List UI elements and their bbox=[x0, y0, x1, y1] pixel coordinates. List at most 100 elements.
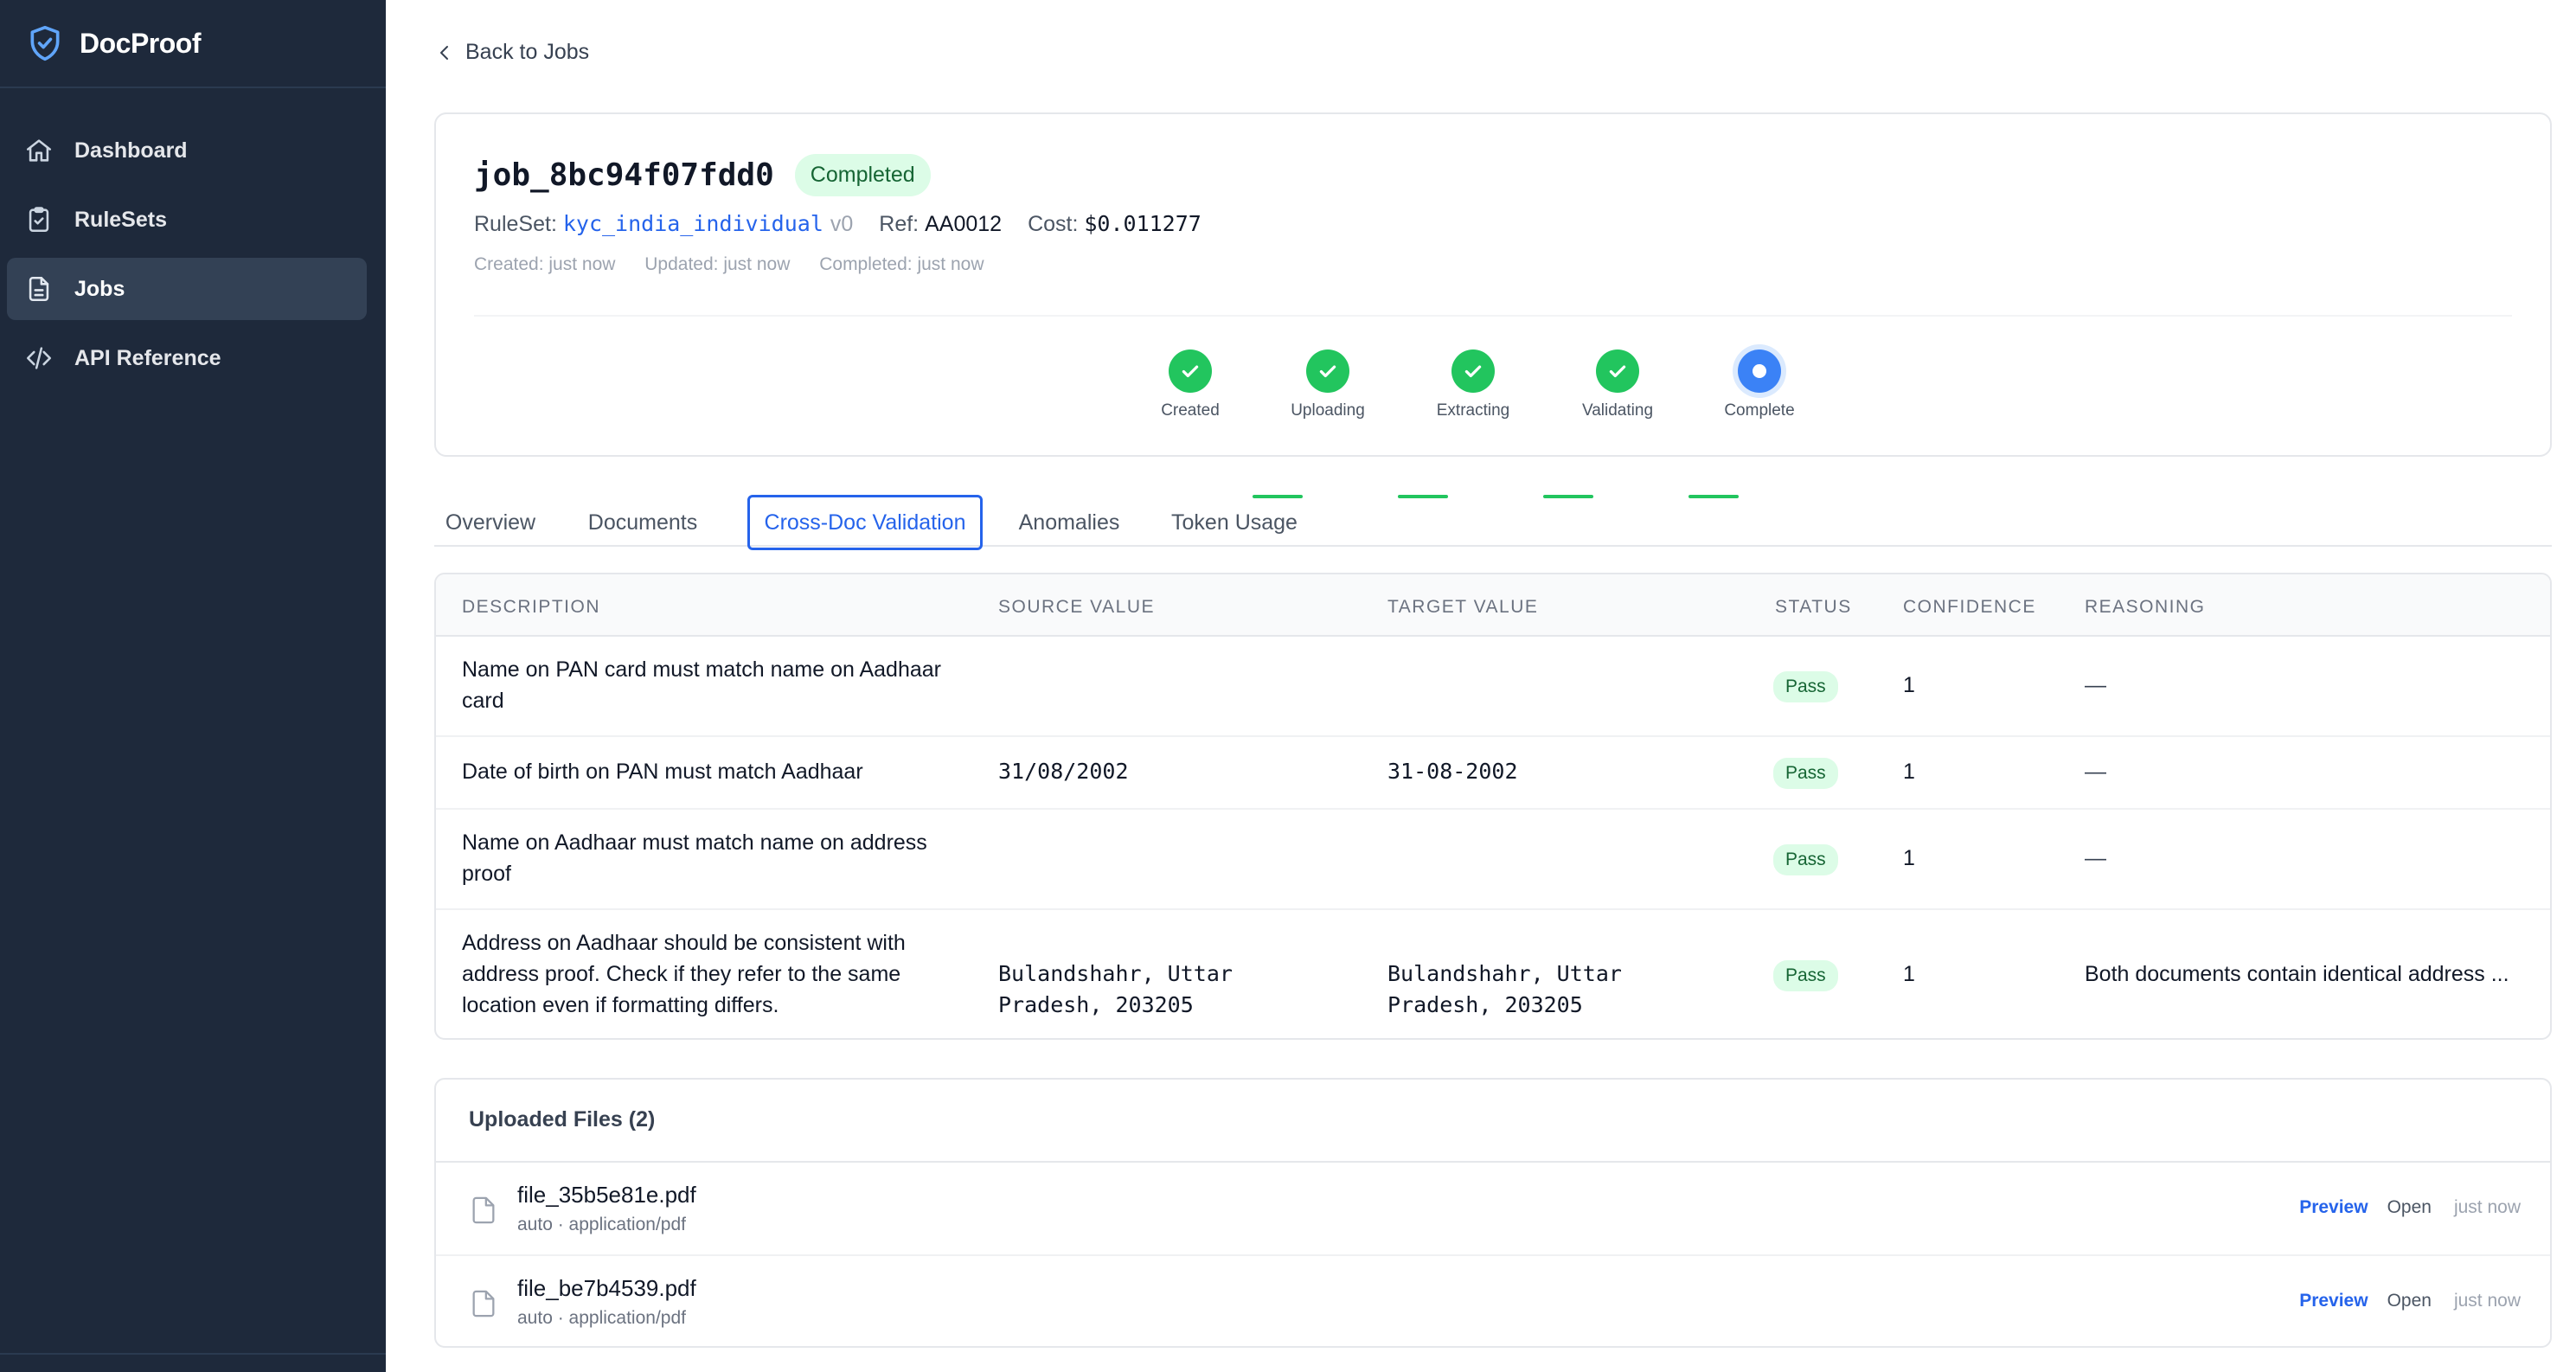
column-header-status: Status bbox=[1775, 597, 1852, 617]
status-badge: Completed bbox=[794, 154, 931, 196]
preview-button[interactable]: Preview bbox=[2299, 1291, 2368, 1311]
status-badge-pass: Pass bbox=[1773, 758, 1838, 789]
status-badge-pass: Pass bbox=[1773, 671, 1838, 702]
column-header-description: Description bbox=[462, 597, 601, 617]
step-label: Created bbox=[1161, 401, 1220, 420]
sidebar-item-api-reference[interactable]: API Reference bbox=[7, 327, 367, 389]
step-done-dot bbox=[1169, 349, 1212, 393]
chevron-left-icon bbox=[440, 45, 448, 60]
status-badge-pass: Pass bbox=[1773, 960, 1838, 991]
row-reasoning: Both documents contain identical address… bbox=[2085, 962, 2509, 986]
file-timestamp: just now bbox=[2453, 1197, 2521, 1217]
row-reasoning: — bbox=[2085, 760, 2106, 784]
uploaded-files-card: Uploaded Files (2) file_35b5e81e.pdf aut… bbox=[434, 1078, 2552, 1348]
ruleset-version: v0 bbox=[830, 212, 854, 236]
file-icon bbox=[472, 1196, 495, 1224]
table-header: Description Source Value Target Value St… bbox=[436, 574, 2550, 637]
back-link-label: Back to Jobs bbox=[465, 40, 590, 64]
step-extracting: Extracting bbox=[1413, 349, 1534, 420]
files-header: Uploaded Files (2) bbox=[436, 1080, 2550, 1163]
clipboard-check-icon bbox=[29, 207, 49, 233]
column-header-reasoning: Reasoning bbox=[2085, 597, 2206, 617]
job-title-row: job_8bc94f07fdd0 Completed bbox=[474, 154, 931, 196]
ruleset-link[interactable]: kyc_india_individual bbox=[563, 211, 823, 236]
completed-timestamp: Completed: just now bbox=[819, 254, 984, 274]
step-current-marker bbox=[1753, 364, 1766, 378]
file-actions: Preview Open just now bbox=[2299, 1197, 2521, 1218]
row-description: Address on Aadhaar should be consistent … bbox=[462, 931, 906, 1017]
sidebar-item-jobs[interactable]: Jobs bbox=[7, 258, 367, 320]
ref-value: AA0012 bbox=[925, 212, 1003, 236]
row-confidence: 1 bbox=[1903, 962, 1915, 986]
row-description: Name on Aadhaar must match name on addre… bbox=[462, 830, 927, 886]
step-label: Uploading bbox=[1291, 401, 1365, 420]
step-done-dot bbox=[1451, 349, 1495, 393]
step-complete: Complete bbox=[1699, 349, 1820, 420]
column-header-confidence: Confidence bbox=[1903, 597, 2036, 617]
tab-token-usage[interactable]: Token Usage bbox=[1161, 498, 1308, 547]
check-icon bbox=[1319, 365, 1336, 378]
step-label: Validating bbox=[1581, 401, 1654, 420]
created-timestamp: Created: just now bbox=[474, 254, 616, 274]
sidebar-item-dashboard[interactable]: Dashboard bbox=[7, 119, 367, 182]
updated-timestamp: Updated: just now bbox=[644, 254, 791, 274]
job-meta-row: RuleSet: kyc_india_individual v0 Ref: AA… bbox=[474, 211, 1201, 237]
file-row[interactable]: file_be7b4539.pdf auto · application/pdf… bbox=[436, 1256, 2550, 1350]
file-row[interactable]: file_35b5e81e.pdf auto · application/pdf… bbox=[436, 1163, 2550, 1256]
ruleset-label: RuleSet: bbox=[474, 212, 557, 236]
tab-cross-doc-validation[interactable]: Cross-Doc Validation bbox=[747, 495, 983, 550]
brand-name: DocProof bbox=[80, 27, 202, 59]
table-row[interactable]: Date of birth on PAN must match Aadhaar … bbox=[436, 737, 2550, 810]
file-name: file_be7b4539.pdf bbox=[517, 1275, 696, 1301]
row-description: Name on PAN card must match name on Aadh… bbox=[462, 657, 941, 713]
job-timestamps: Created: just now Updated: just now Comp… bbox=[474, 254, 984, 275]
tab-overview[interactable]: Overview bbox=[434, 498, 547, 547]
file-actions: Preview Open just now bbox=[2299, 1291, 2521, 1311]
check-icon bbox=[1464, 365, 1482, 378]
row-confidence: 1 bbox=[1903, 760, 1915, 784]
file-icon bbox=[472, 1290, 495, 1318]
brand[interactable]: DocProof bbox=[0, 0, 386, 88]
sidebar-footer bbox=[0, 1353, 386, 1372]
file-meta: auto · application/pdf bbox=[517, 1215, 686, 1234]
file-meta: auto · application/pdf bbox=[517, 1308, 686, 1328]
step-created: Created bbox=[1130, 349, 1251, 420]
table-row[interactable]: Name on PAN card must match name on Aadh… bbox=[436, 637, 2550, 737]
row-confidence: 1 bbox=[1903, 846, 1915, 870]
row-target-value: 31-08-2002 bbox=[1387, 759, 1518, 784]
status-badge-pass: Pass bbox=[1773, 844, 1838, 875]
files-title: Uploaded Files (2) bbox=[469, 1107, 656, 1132]
step-done-dot bbox=[1596, 349, 1639, 393]
row-source-value: Bulandshahr, Uttar Pradesh, 203205 bbox=[998, 961, 1233, 1017]
sidebar-item-rulesets[interactable]: RuleSets bbox=[7, 189, 367, 251]
step-label: Extracting bbox=[1436, 401, 1510, 420]
ref-label: Ref: bbox=[879, 212, 920, 236]
row-reasoning: — bbox=[2085, 673, 2106, 697]
open-button[interactable]: Open bbox=[2387, 1197, 2432, 1218]
step-done-dot bbox=[1306, 349, 1349, 393]
row-target-value: Bulandshahr, Uttar Pradesh, 203205 bbox=[1387, 961, 1622, 1017]
sidebar-item-label: Dashboard bbox=[74, 138, 188, 163]
table-row[interactable]: Name on Aadhaar must match name on addre… bbox=[436, 810, 2550, 910]
tab-documents[interactable]: Documents bbox=[573, 498, 713, 547]
step-label: Complete bbox=[1724, 401, 1795, 420]
validation-table: Description Source Value Target Value St… bbox=[434, 573, 2552, 1040]
table-row[interactable]: Address on Aadhaar should be consistent … bbox=[436, 910, 2550, 1038]
back-to-jobs-link[interactable]: Back to Jobs bbox=[434, 40, 589, 65]
tab-anomalies[interactable]: Anomalies bbox=[1009, 498, 1130, 547]
row-description: Date of birth on PAN must match Aadhaar bbox=[462, 760, 863, 784]
check-icon bbox=[1182, 365, 1199, 378]
home-icon bbox=[26, 139, 52, 162]
file-name: file_35b5e81e.pdf bbox=[517, 1182, 696, 1208]
cost-label: Cost: bbox=[1028, 212, 1079, 236]
open-button[interactable]: Open bbox=[2387, 1291, 2432, 1311]
code-icon bbox=[26, 347, 52, 369]
row-reasoning: — bbox=[2085, 846, 2106, 870]
divider bbox=[474, 315, 2512, 317]
job-tabs: Overview Documents Cross-Doc Validation … bbox=[434, 490, 2552, 550]
step-current-dot bbox=[1738, 349, 1781, 393]
preview-button[interactable]: Preview bbox=[2299, 1197, 2368, 1218]
column-header-source-value: Source Value bbox=[998, 597, 1155, 617]
step-validating: Validating bbox=[1557, 349, 1678, 420]
main-content: Back to Jobs job_8bc94f07fdd0 Completed … bbox=[386, 0, 2576, 1372]
